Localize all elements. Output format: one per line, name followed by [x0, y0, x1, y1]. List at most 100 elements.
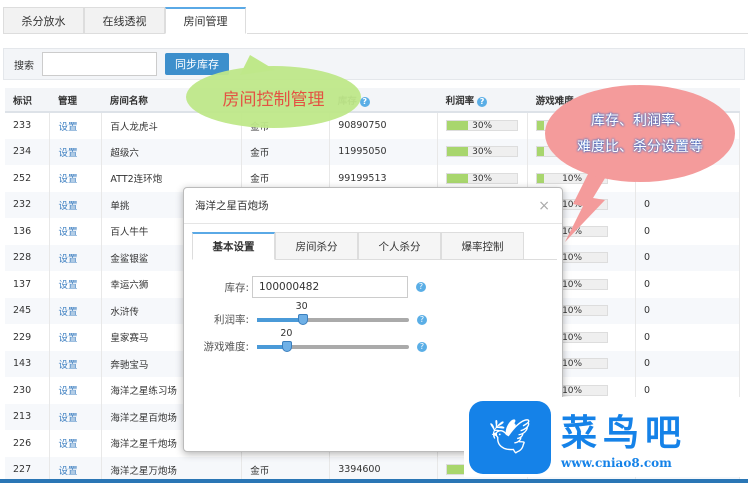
annotation-red-bubble: 库存、利润率、 难度比、杀分设置等	[545, 85, 735, 182]
stock-cell: 11995050	[329, 138, 439, 165]
stock-input[interactable]: 100000482	[252, 276, 408, 298]
watermark-logo: 🕊 菜鸟吧 www.cniao8.com	[464, 397, 748, 477]
column-header-label: 房间名称	[109, 95, 148, 107]
settings-link[interactable]: 设置	[58, 439, 77, 450]
slider-thumb[interactable]	[282, 340, 293, 352]
room-kill: 0	[644, 358, 651, 370]
tab-kill-release[interactable]: 杀分放水	[3, 7, 84, 34]
settings-link[interactable]: 设置	[58, 360, 77, 371]
settings-link[interactable]: 设置	[58, 254, 77, 265]
room-id-cell: 229	[5, 324, 51, 351]
room-name: 金鲨银鲨	[110, 253, 149, 265]
room-id-cell: 245	[5, 297, 51, 324]
settings-link[interactable]: 设置	[58, 174, 77, 185]
room-id: 213	[13, 411, 32, 423]
column-header: 管理	[49, 88, 102, 113]
close-icon[interactable]: ×	[538, 198, 550, 214]
tab-room-management[interactable]: 房间管理	[165, 7, 246, 34]
tab-divider	[247, 33, 748, 34]
profit-label: 利润率:	[213, 314, 249, 326]
profit-slider[interactable]: 30	[257, 301, 409, 325]
tab-personal-kill[interactable]: 个人杀分	[358, 232, 441, 260]
annotation-text: 库存、利润率、	[591, 112, 689, 129]
settings-link-cell: 设置	[49, 112, 103, 139]
room-id: 228	[13, 252, 32, 264]
settings-link[interactable]: 设置	[58, 201, 77, 212]
settings-link[interactable]: 设置	[58, 227, 77, 238]
room-id: 226	[13, 437, 32, 449]
search-bar: 搜索 同步库存	[3, 48, 745, 80]
settings-link-cell: 设置	[49, 218, 103, 245]
settings-link[interactable]: 设置	[58, 386, 77, 397]
currency: 金币	[250, 465, 270, 477]
room-name: 海洋之星练习场	[110, 386, 177, 398]
dialog-tabs: 基本设置 房间杀分 个人杀分 爆率控制	[192, 232, 557, 260]
search-input[interactable]	[42, 52, 157, 76]
settings-link-cell: 设置	[49, 403, 103, 430]
room-name: 幸运六狮	[110, 280, 149, 292]
settings-link[interactable]: 设置	[58, 148, 77, 159]
settings-link-cell: 设置	[49, 350, 103, 377]
dialog-title: 海洋之星百炮场	[184, 188, 562, 224]
tab-rate-control[interactable]: 爆率控制	[441, 232, 524, 260]
room-id: 230	[13, 384, 32, 396]
help-icon[interactable]: ?	[417, 314, 427, 325]
settings-link[interactable]: 设置	[58, 413, 77, 424]
room-id: 234	[13, 146, 32, 158]
stock: 11995050	[338, 146, 387, 158]
settings-link[interactable]: 设置	[58, 333, 77, 344]
room-id: 229	[13, 331, 32, 343]
currency-cell: 金币	[241, 138, 331, 165]
profit-bar: 30%	[446, 120, 519, 132]
room-id: 233	[13, 120, 32, 132]
top-tabs: 杀分放水 在线透视 房间管理	[3, 7, 246, 34]
settings-link-cell: 设置	[49, 297, 103, 324]
settings-link[interactable]: 设置	[58, 307, 77, 318]
profit-bar-label: 30%	[472, 147, 493, 158]
room-id: 232	[13, 199, 32, 211]
watermark-name: 菜鸟吧	[561, 412, 688, 454]
help-icon[interactable]: ?	[416, 282, 426, 292]
tab-online-view[interactable]: 在线透视	[84, 7, 165, 34]
settings-link[interactable]: 设置	[58, 122, 77, 133]
room-id: 252	[13, 172, 32, 184]
room-kill: 0	[644, 331, 651, 343]
tab-room-kill[interactable]: 房间杀分	[275, 232, 358, 260]
help-icon[interactable]: ?	[417, 341, 427, 352]
help-icon[interactable]: ?	[359, 96, 370, 107]
room-kill: 0	[644, 225, 651, 237]
room-name: 单挑	[110, 200, 130, 212]
room-name: 奔驰宝马	[110, 359, 149, 371]
difficulty-slider[interactable]: 20	[257, 328, 409, 352]
taskbar-edge	[0, 479, 748, 483]
room-id: 245	[13, 305, 32, 317]
room-id-cell: 213	[5, 403, 51, 430]
settings-link-cell: 设置	[49, 324, 103, 351]
room-name: 海洋之星百炮场	[110, 412, 177, 424]
room-kill-cell: 0	[635, 350, 740, 377]
room-kill-cell: 0	[635, 324, 740, 351]
room-id: 136	[13, 225, 32, 237]
profit-bar: 30%	[446, 146, 519, 158]
stock-cell: 90890750	[329, 112, 439, 139]
annotation-text: 难度比、杀分设置等	[577, 138, 703, 155]
settings-link[interactable]: 设置	[58, 466, 77, 477]
currency: 金币	[250, 174, 270, 186]
room-name: 百人龙虎斗	[110, 121, 158, 133]
room-name: ATT2连环炮	[110, 174, 163, 186]
room-id: 143	[13, 358, 32, 370]
room-kill: 0	[644, 384, 651, 396]
slider-thumb[interactable]	[297, 313, 308, 325]
profit-bar-cell: 30%	[437, 112, 529, 139]
help-icon[interactable]: ?	[477, 96, 488, 107]
room-kill-cell: 0	[635, 271, 740, 298]
difficulty-value: 20	[280, 327, 293, 339]
bubble-tail	[240, 55, 275, 75]
tab-basic-settings[interactable]: 基本设置	[192, 232, 275, 260]
settings-link[interactable]: 设置	[58, 280, 77, 291]
settings-link-cell: 设置	[49, 138, 103, 165]
room-id-cell: 136	[5, 218, 51, 245]
room-id-cell: 234	[5, 138, 51, 165]
stock: 99199513	[338, 172, 387, 184]
profit-bar-label: 30%	[472, 121, 493, 132]
